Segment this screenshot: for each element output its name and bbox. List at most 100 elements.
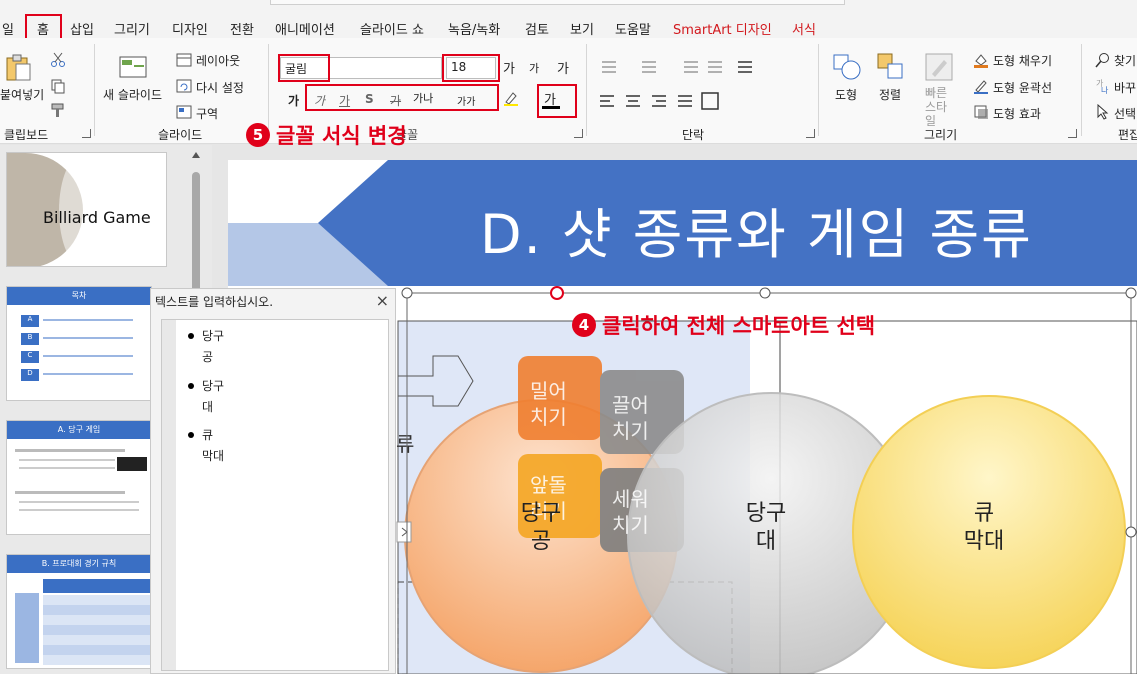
shapes-icon[interactable] (832, 52, 862, 82)
find-label[interactable]: 찾기 (1114, 52, 1136, 69)
step5-callout: 5 글꼴 서식 변경 (246, 120, 407, 150)
shape-fill-label[interactable]: 도형 채우기 (993, 52, 1052, 69)
text-pane-title: 텍스트를 입력하십시오. (155, 295, 274, 309)
quick-styles-label[interactable]: 빠른 스타일 (925, 86, 955, 128)
paste-button-label[interactable]: 붙여넣기 (0, 86, 44, 103)
resize-handle (1125, 526, 1137, 538)
reset-icon[interactable] (176, 78, 192, 94)
arrange-icon[interactable] (876, 52, 906, 82)
shrink-font-button[interactable]: 가 (529, 60, 539, 76)
thumbnail-row: D (21, 369, 39, 381)
shape-effects-label[interactable]: 도형 효과 (993, 105, 1041, 122)
find-icon[interactable] (1095, 52, 1111, 68)
shape-effects-icon[interactable] (973, 104, 989, 120)
font-launcher-icon[interactable] (574, 129, 583, 138)
highlight-icon[interactable] (503, 90, 519, 106)
shape-outline-icon[interactable] (973, 78, 989, 94)
select-label[interactable]: 선택 (1114, 105, 1136, 122)
tab-transitions[interactable]: 전환 (230, 19, 254, 38)
close-icon[interactable]: × (376, 291, 389, 310)
resize-handle (401, 287, 413, 299)
group-divider (586, 44, 587, 136)
section-label[interactable]: 구역 (196, 105, 218, 122)
slides-group-label: 슬라이드 (158, 128, 203, 142)
reset-label[interactable]: 다시 설정 (196, 79, 244, 96)
tab-design[interactable]: 디자인 (172, 19, 208, 38)
paste-icon[interactable] (4, 52, 34, 82)
group-divider (818, 44, 819, 136)
bullet-icon (188, 432, 194, 438)
group-divider (1081, 44, 1082, 136)
section-icon[interactable] (176, 104, 192, 120)
tab-help[interactable]: 도움말 (615, 19, 651, 38)
step4-text: 클릭하여 전체 스마트아트 선택 (602, 314, 876, 338)
thumbnail-title: 목차 (71, 291, 87, 300)
layout-icon[interactable] (176, 52, 192, 68)
thumbnail-band: A. 당구 게임 (7, 421, 151, 439)
tab-smartart-design[interactable]: SmartArt 디자인 (673, 19, 772, 38)
new-slide-label[interactable]: 새 슬라이드 (103, 86, 162, 103)
drawing-launcher-icon[interactable] (1068, 129, 1077, 138)
smartart-text-pane: 텍스트를 입력하십시오. × 당구 공 당구 대 큐 막대 (150, 288, 396, 674)
bullet-icon (188, 333, 194, 339)
paragraph-tools-icon[interactable] (596, 56, 796, 116)
thumbnail-title: A. 당구 게임 (57, 425, 101, 434)
step4-number: 4 (572, 313, 596, 337)
arrange-label[interactable]: 정렬 (879, 86, 901, 103)
menu-bar: 일 홈 삽입 그리기 디자인 전환 애니메이션 슬라이드 쇼 녹음/녹화 검토 … (0, 0, 1137, 42)
tab-slideshow[interactable]: 슬라이드 쇼 (360, 19, 424, 38)
tab-view[interactable]: 보기 (570, 19, 594, 38)
thumbnail-title: B. 프로대회 경기 규칙 (41, 559, 117, 568)
tab-draw[interactable]: 그리기 (114, 19, 150, 38)
thumbnail-band: B. 프로대회 경기 규칙 (7, 555, 151, 573)
thumbnail-row: C (21, 351, 39, 363)
scroll-up-icon[interactable] (191, 150, 201, 160)
thumbnail-band: 목차 (7, 287, 151, 305)
quick-styles-icon[interactable] (924, 52, 954, 82)
paragraph-group-label: 단락 (682, 128, 705, 142)
ribbon: 붙여넣기 클립보드 새 슬라이드 레이아웃 다시 설정 구역 슬라이드 굴림 1… (0, 38, 1137, 144)
replace-icon[interactable]: 가나 (1095, 78, 1111, 94)
tab-record[interactable]: 녹음/녹화 (448, 19, 500, 38)
slide-title[interactable]: D. 샷 종류와 게임 종류 (480, 190, 1033, 269)
copy-icon[interactable] (50, 78, 66, 94)
tab-review[interactable]: 검토 (525, 19, 549, 38)
grow-font-button[interactable]: 가 (503, 58, 515, 77)
resize-handle (759, 287, 771, 299)
font-name-highlight (278, 54, 330, 82)
thumbnail-row: B (21, 333, 39, 345)
group-divider (94, 44, 95, 136)
bold-button[interactable]: 가 (288, 92, 299, 109)
layout-label[interactable]: 레이아웃 (196, 52, 240, 69)
step4-callout: 4 클릭하여 전체 스마트아트 선택 (572, 310, 875, 340)
clear-format-button[interactable]: 가 (557, 58, 569, 77)
thumbnail-title: Billiard Game (43, 208, 151, 227)
tab-file[interactable]: 일 (2, 19, 14, 38)
top-input-strip (270, 0, 845, 5)
step5-number: 5 (246, 123, 270, 147)
select-icon[interactable] (1095, 104, 1111, 120)
text-pane-editor[interactable]: 당구 공 당구 대 큐 막대 (161, 319, 389, 671)
format-painter-icon[interactable] (50, 102, 66, 118)
drawing-group-label: 그리기 (924, 128, 958, 142)
slide-thumbnail-4[interactable]: B. 프로대회 경기 규칙 (6, 554, 152, 669)
slide-thumbnail-3[interactable]: A. 당구 게임 (6, 420, 152, 535)
new-slide-icon[interactable] (118, 52, 148, 82)
clipboard-group-label: 클립보드 (4, 128, 49, 142)
selection-frame[interactable] (400, 286, 1137, 674)
cut-icon[interactable] (50, 52, 66, 68)
paragraph-launcher-icon[interactable] (806, 129, 815, 138)
slide-thumbnail-2[interactable]: 목차 A B C D (6, 286, 152, 401)
slide-thumbnail-1[interactable]: Billiard Game (6, 152, 167, 267)
shapes-label[interactable]: 도형 (835, 86, 857, 103)
tab-insert[interactable]: 삽입 (70, 19, 94, 38)
resize-handle (1125, 287, 1137, 299)
font-color-highlight (537, 84, 577, 118)
shape-outline-label[interactable]: 도형 윤곽선 (993, 79, 1052, 96)
tab-animations[interactable]: 애니메이션 (275, 19, 335, 38)
tab-format[interactable]: 서식 (792, 19, 816, 38)
clipboard-launcher-icon[interactable] (82, 129, 91, 138)
replace-label[interactable]: 바꾸 (1114, 79, 1136, 96)
editing-group-label: 편집 (1118, 128, 1137, 142)
shape-fill-icon[interactable] (973, 52, 989, 68)
